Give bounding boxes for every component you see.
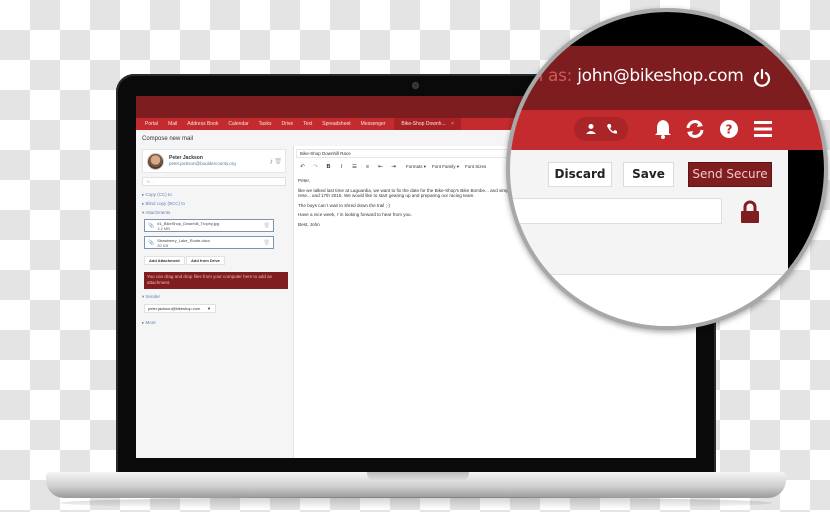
bcc-label: Blind copy (BCC) to bbox=[145, 201, 186, 206]
nav-item-text[interactable]: Text bbox=[298, 121, 317, 127]
attachment-item[interactable]: 📎 #1_BikeShop_Downhill_Trophy.jpg 3.2 MB… bbox=[144, 219, 274, 232]
trash-icon[interactable]: 🗑 bbox=[264, 223, 270, 229]
indent-icon[interactable]: ⇥ bbox=[387, 164, 400, 170]
attachment-size: 3.2 MB bbox=[157, 225, 170, 231]
sender-toggle[interactable]: ▾ Sender bbox=[142, 294, 160, 300]
refresh-icon[interactable] bbox=[684, 118, 706, 140]
webcam bbox=[412, 82, 419, 89]
compose-left-pane: Peter Jackson peter.jackson@bouldercount… bbox=[140, 146, 290, 458]
avatar bbox=[147, 152, 164, 170]
attachment-name: Strawberry_Lake_Route.docx bbox=[157, 237, 210, 243]
recipient-card[interactable]: Peter Jackson peter.jackson@bouldercount… bbox=[142, 149, 286, 173]
discard-button[interactable]: Discard bbox=[548, 162, 612, 187]
cc-label: Copy (CC) to bbox=[145, 192, 172, 197]
attachments-label: Attachments bbox=[145, 210, 171, 215]
compose-title: Compose new mail bbox=[142, 136, 194, 142]
drop-notice: You can drag and drop files from your co… bbox=[144, 272, 288, 289]
phone-icon[interactable] bbox=[606, 123, 618, 135]
login-prefix: in as: bbox=[528, 66, 573, 86]
lens-editor-area[interactable] bbox=[540, 274, 824, 326]
bell-icon[interactable] bbox=[652, 118, 674, 140]
attachment-item[interactable]: 📎 Strawberry_Lake_Route.docx 30 KB 🗑 bbox=[144, 236, 274, 249]
attachment-name: #1_BikeShop_Downhill_Trophy.jpg bbox=[157, 220, 220, 226]
trash-icon[interactable]: 🗑 bbox=[274, 158, 282, 165]
nav-item-address-book[interactable]: Address Book bbox=[182, 121, 223, 127]
nav-item-portal[interactable]: Portal bbox=[140, 121, 163, 127]
save-button[interactable]: Save bbox=[623, 162, 674, 187]
magnifier-lens: in as: john@bikeshop.com ? Discard Save … bbox=[506, 8, 828, 330]
nav-item-spreadsheet[interactable]: Spreadsheet bbox=[317, 121, 355, 127]
tab-active-label: Bike-Shop Downh... bbox=[401, 121, 446, 127]
add-from-drive-button[interactable]: Add from Drive bbox=[186, 256, 225, 265]
lens-background bbox=[800, 262, 824, 326]
close-tab-icon[interactable]: × bbox=[451, 121, 454, 127]
lens-bezel bbox=[510, 12, 824, 46]
lock-icon[interactable] bbox=[739, 200, 761, 224]
login-email: john@bikeshop.com bbox=[577, 66, 744, 86]
sender-select[interactable]: peter.jackson@bikeshop.com ▼ bbox=[144, 304, 216, 313]
paperclip-icon: 📎 bbox=[148, 222, 155, 229]
font-family-dropdown[interactable]: Font Family ▾ bbox=[432, 164, 459, 170]
attachment-size: 30 KB bbox=[157, 242, 169, 248]
outdent-icon[interactable]: ⇤ bbox=[374, 164, 387, 170]
contact-pill[interactable] bbox=[574, 117, 628, 141]
send-secure-button[interactable]: Send Secure bbox=[688, 162, 772, 187]
formats-dropdown[interactable]: Formats ▾ bbox=[406, 164, 426, 170]
chevron-down-icon: ▼ bbox=[207, 306, 211, 311]
svg-text:?: ? bbox=[726, 123, 733, 137]
bcc-toggle[interactable]: ▸ Blind copy (BCC) to bbox=[142, 201, 185, 207]
trash-icon[interactable]: 🗑 bbox=[264, 240, 270, 246]
nav-item-drive[interactable]: Drive bbox=[276, 121, 298, 127]
bullet-list-icon[interactable]: ☰ bbox=[348, 164, 361, 170]
lens-subject-input[interactable] bbox=[510, 198, 722, 224]
numbered-list-icon[interactable]: ≡ bbox=[361, 164, 374, 170]
laptop-reflection bbox=[60, 497, 772, 509]
logged-in-label: in as: john@bikeshop.com bbox=[528, 66, 744, 86]
bold-icon[interactable]: B bbox=[322, 164, 335, 170]
nav-item-tasks[interactable]: Tasks bbox=[254, 121, 277, 127]
undo-icon[interactable]: ↶ bbox=[296, 164, 309, 170]
sender-value: peter.jackson@bikeshop.com bbox=[148, 306, 201, 311]
sender-label: Sender bbox=[145, 294, 161, 299]
font-sizes-dropdown[interactable]: Font Sizes bbox=[465, 164, 486, 169]
key-icon[interactable]: ⚷ bbox=[269, 159, 273, 165]
menu-icon[interactable] bbox=[752, 118, 774, 140]
recipient-email: peter.jackson@bouldercounty.org bbox=[169, 161, 236, 166]
more-toggle[interactable]: ▸ More bbox=[142, 320, 156, 326]
italic-icon[interactable]: I bbox=[335, 164, 348, 170]
laptop-notch bbox=[367, 472, 469, 481]
editor-toolbar: ↶ ↷ B I ☰ ≡ ⇤ ⇥ Formats ▾ Font Family ▾ … bbox=[296, 161, 486, 172]
user-icon[interactable] bbox=[585, 123, 597, 135]
redo-icon[interactable]: ↷ bbox=[309, 164, 322, 170]
to-input[interactable]: To ... bbox=[142, 177, 286, 186]
nav-item-messenger[interactable]: Messenger bbox=[356, 121, 391, 127]
nav-item-mail[interactable]: Mail bbox=[163, 121, 182, 127]
nav-item-calendar[interactable]: Calendar bbox=[223, 121, 253, 127]
cc-toggle[interactable]: ▸ Copy (CC) to bbox=[142, 192, 172, 198]
power-icon[interactable] bbox=[752, 68, 772, 88]
add-attachment-button[interactable]: Add Attachment bbox=[144, 256, 185, 265]
attachments-toggle[interactable]: ▾ Attachments bbox=[142, 210, 170, 216]
tab-active-compose[interactable]: Bike-Shop Downh... × bbox=[394, 118, 461, 130]
help-icon[interactable]: ? bbox=[718, 118, 740, 140]
more-label: More bbox=[145, 320, 156, 325]
paperclip-icon: 📎 bbox=[148, 239, 155, 246]
